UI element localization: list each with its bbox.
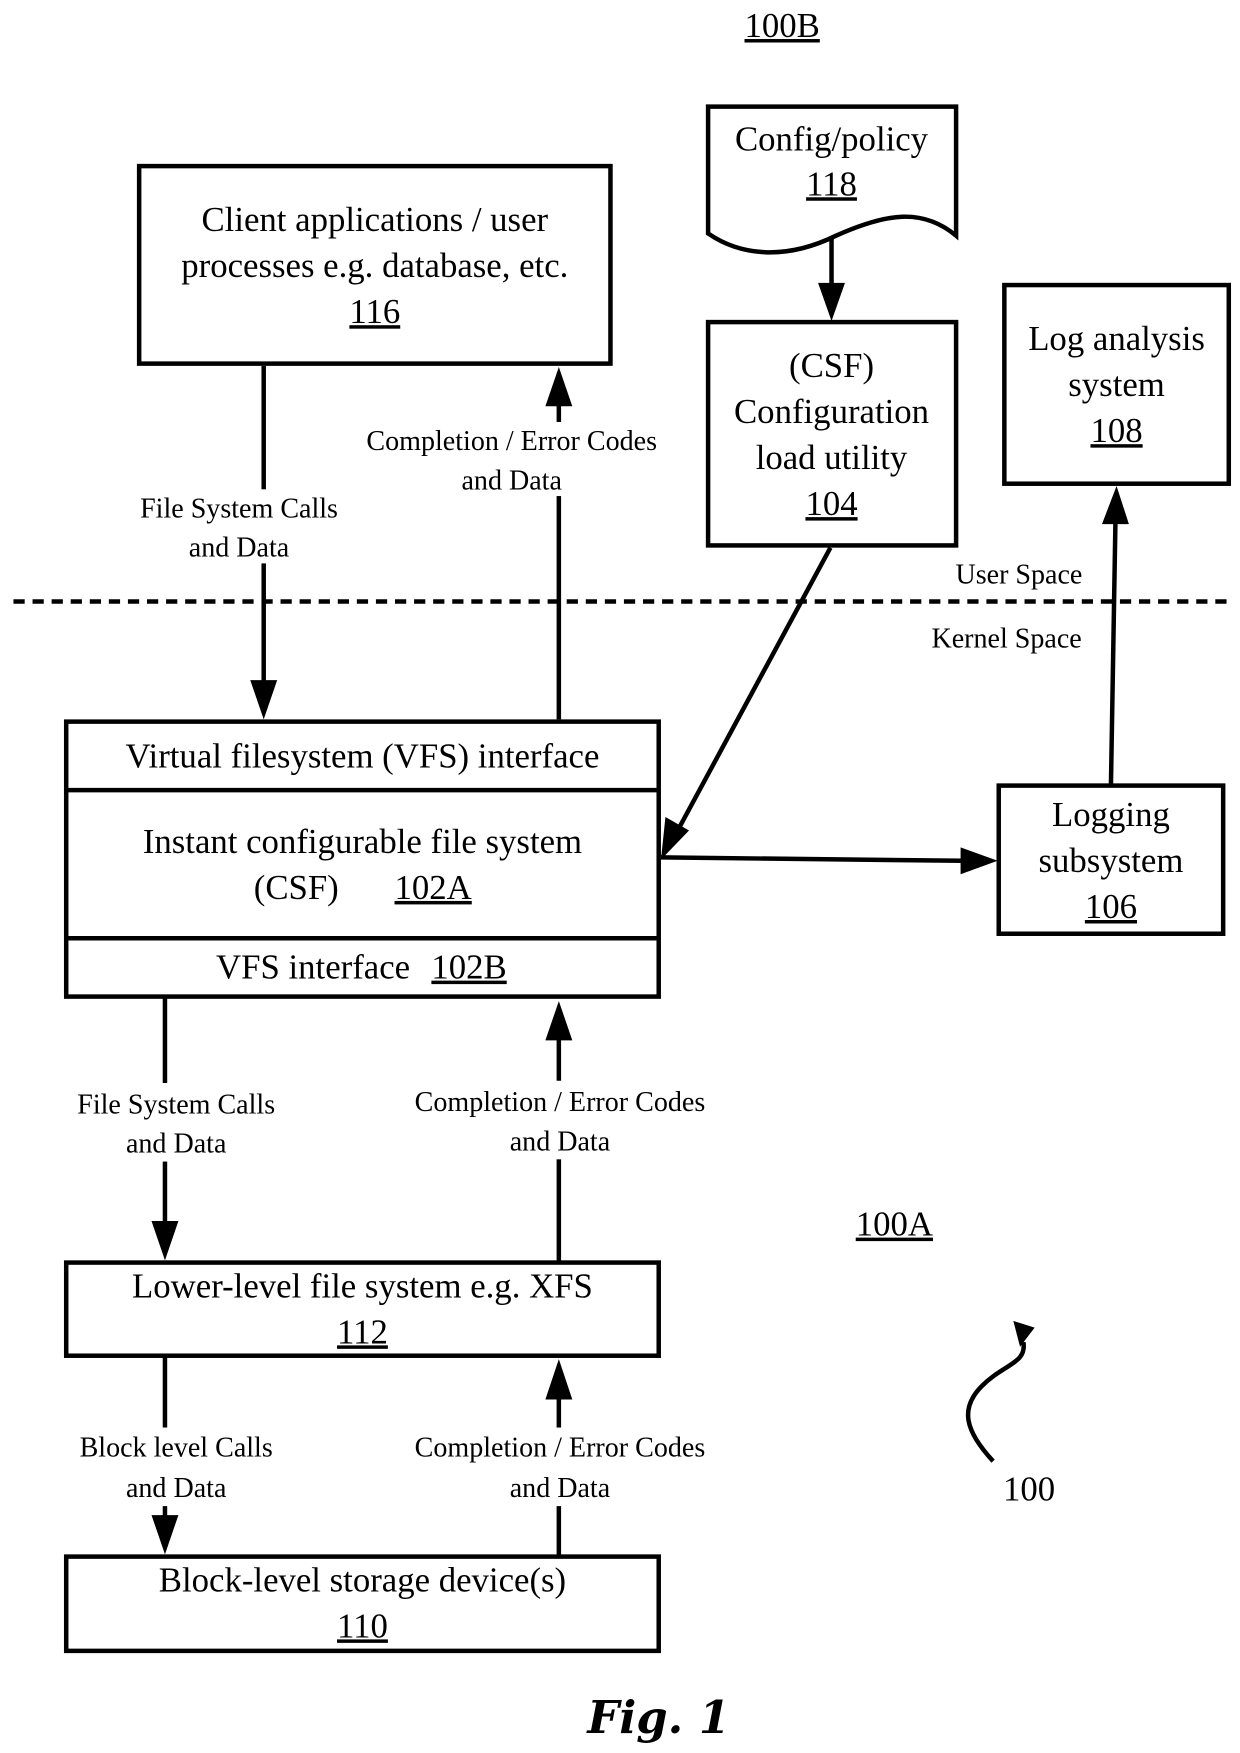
node-log-analysis: Log analysis system 108	[1002, 282, 1232, 486]
edge-lowerfs-to-vfs: Completion / Error Codes and Data	[381, 1001, 741, 1262]
edge-label-line: Block level Calls	[80, 1433, 273, 1464]
edge-label-line: File System Calls	[140, 493, 338, 524]
node-ref: 106	[1085, 887, 1137, 926]
node-label-line: system	[1068, 365, 1165, 404]
figure-title: Fig. 1	[585, 1691, 730, 1744]
edge-label-line: and Data	[126, 1129, 227, 1160]
edge-label-line: and Data	[510, 1126, 611, 1157]
node-logging-subsystem: Logging subsystem 106	[996, 783, 1226, 936]
node-ref: 116	[349, 292, 400, 331]
edge-block-to-lowerfs: Completion / Error Codes and Data	[381, 1359, 741, 1556]
vfs-interface-bottom-label: VFS interface	[216, 948, 410, 987]
node-lower-level-fs: Lower-level file system e.g. XFS 112	[63, 1260, 661, 1358]
vfs-interface-top-label: Virtual filesystem (VFS) interface	[126, 737, 600, 776]
node-config-policy: Config/policy 118	[705, 104, 959, 255]
edge-utility-to-csf	[660, 546, 833, 860]
node-ref: 110	[337, 1606, 388, 1645]
node-label-line: load utility	[756, 438, 908, 477]
node-label-line: Config/policy	[735, 119, 929, 158]
node-label-line: Client applications / user	[202, 200, 549, 239]
node-ref: 108	[1090, 411, 1142, 450]
node-csf-stack: Virtual filesystem (VFS) interface Insta…	[63, 719, 661, 999]
architecture-diagram: 100B Client applications / user processe…	[13, 6, 1233, 1744]
node-client-applications: Client applications / user processes e.g…	[136, 163, 613, 366]
node-label-line: (CSF)	[789, 346, 874, 385]
edge-config-to-utility	[818, 237, 845, 321]
edge-label-line: Completion / Error Codes	[415, 1087, 706, 1118]
node-label-line: Lower-level file system e.g. XFS	[132, 1266, 593, 1305]
edge-client-to-vfs: File System Calls and Data	[117, 365, 365, 720]
node-label-line: processes e.g. database, etc.	[181, 246, 568, 285]
edge-vfs-to-lowerfs: File System Calls and Data	[50, 997, 303, 1261]
edge-csf-to-logging	[660, 847, 998, 875]
node-label-line: subsystem	[1039, 841, 1184, 880]
node-label-line: Block-level storage device(s)	[159, 1560, 566, 1599]
edge-label-line: and Data	[510, 1473, 611, 1504]
figure-ref: 100	[1003, 1469, 1055, 1508]
node-label-line: Logging	[1052, 795, 1170, 834]
edge-label-line: File System Calls	[77, 1089, 275, 1120]
boundary-label-user-space: User Space	[955, 560, 1082, 591]
boundary-label-kernel-space: Kernel Space	[931, 624, 1081, 655]
edge-label-line: Completion / Error Codes	[415, 1433, 706, 1464]
edge-logging-to-analysis	[1101, 485, 1129, 785]
edge-lowerfs-to-block: Block level Calls and Data	[50, 1356, 303, 1555]
csf-prefix: (CSF)	[254, 868, 339, 907]
edge-vfs-to-client: Completion / Error Codes and Data	[336, 366, 691, 720]
vfs-interface-bottom-ref: 102B	[431, 948, 506, 987]
node-ref: 118	[806, 164, 857, 203]
node-label-line: Log analysis	[1028, 319, 1205, 358]
squiggle-arrow-icon	[965, 1341, 1026, 1463]
node-ref: 112	[337, 1312, 388, 1351]
edge-label-line: and Data	[126, 1473, 227, 1504]
node-block-storage: Block-level storage device(s) 110	[63, 1554, 661, 1654]
node-config-load-utility: (CSF) Configuration load utility 104	[705, 319, 959, 548]
edge-label-line: and Data	[189, 533, 290, 564]
region-label-kernel: 100A	[856, 1205, 933, 1244]
node-label-line: Configuration	[734, 392, 929, 431]
edge-label-line: and Data	[461, 465, 562, 496]
node-ref: 104	[805, 484, 857, 523]
edge-label-line: Completion / Error Codes	[366, 426, 657, 457]
csf-label: Instant configurable file system	[143, 822, 582, 861]
csf-ref: 102A	[395, 868, 472, 907]
reference-arrow-100: 100	[965, 1320, 1055, 1508]
region-label-user: 100B	[744, 6, 819, 45]
